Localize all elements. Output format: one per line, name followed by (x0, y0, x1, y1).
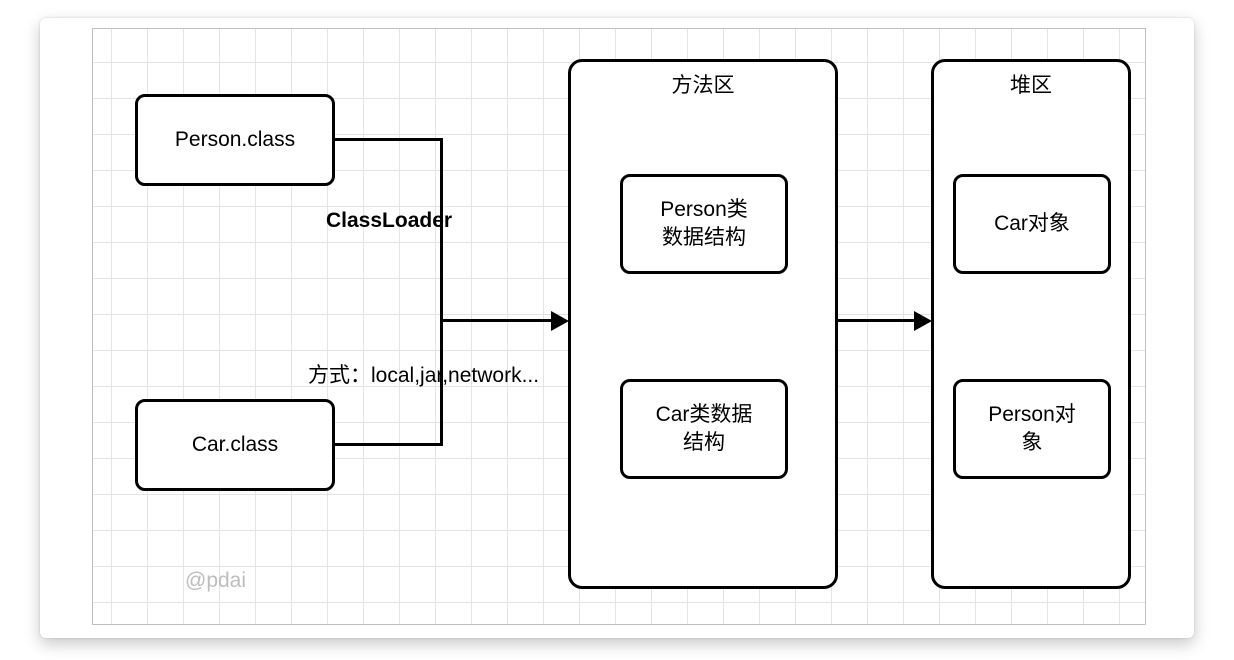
grid-canvas: Person.class Car.class 方法区 Person类 数据结构 … (92, 28, 1146, 625)
heap-area-title: 堆区 (934, 72, 1128, 100)
box-person-object: Person对 象 (953, 379, 1111, 479)
method-area: 方法区 (568, 59, 838, 589)
diagram-card: Person.class Car.class 方法区 Person类 数据结构 … (40, 18, 1194, 638)
arrow-icon (914, 311, 932, 331)
person-struct-label: Person类 数据结构 (660, 196, 748, 253)
connector-line (440, 319, 553, 322)
box-car-class: Car.class (135, 399, 335, 491)
heap-area: 堆区 (931, 59, 1131, 589)
arrow-icon (551, 311, 569, 331)
watermark: @pdai (185, 569, 246, 593)
connector-line (335, 138, 443, 141)
method-area-title: 方法区 (571, 72, 835, 100)
box-car-object: Car对象 (953, 174, 1111, 274)
box-car-struct: Car类数据 结构 (620, 379, 788, 479)
car-object-label: Car对象 (994, 210, 1070, 238)
connector-line (838, 319, 916, 322)
classloader-label: ClassLoader (326, 209, 452, 233)
connector-line (440, 319, 443, 446)
box-person-class: Person.class (135, 94, 335, 186)
box-person-struct: Person类 数据结构 (620, 174, 788, 274)
person-class-label: Person.class (175, 126, 295, 154)
car-class-label: Car.class (192, 431, 278, 459)
connector-line (335, 443, 443, 446)
connector-line (440, 138, 443, 322)
loader-modes-label: 方式：local,jar,network... (308, 359, 539, 389)
person-object-label: Person对 象 (988, 401, 1076, 458)
car-struct-label: Car类数据 结构 (656, 401, 753, 458)
